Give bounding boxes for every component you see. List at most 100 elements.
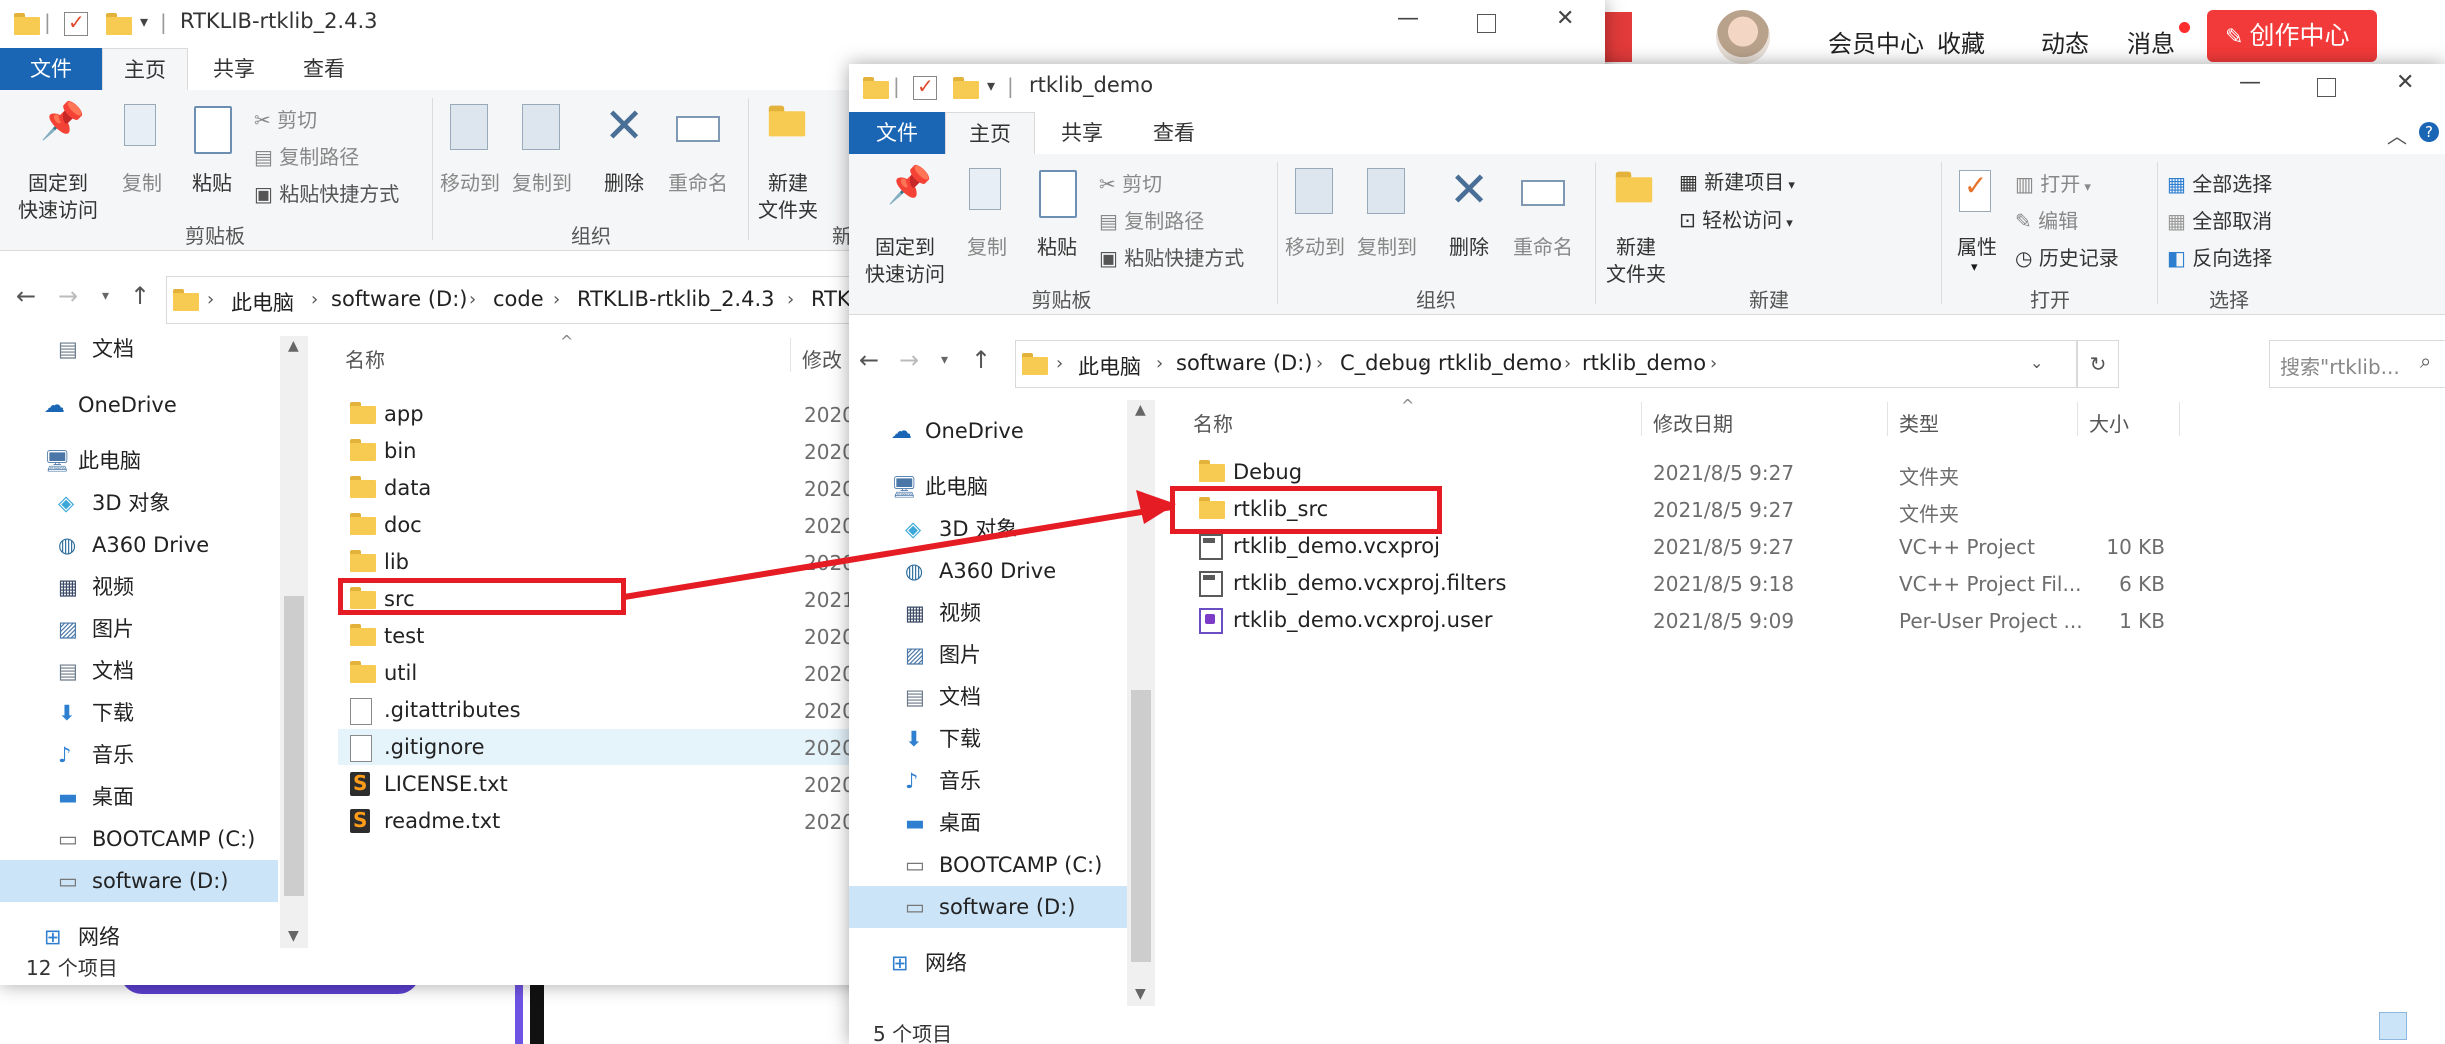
nav-item[interactable]: ▨ 图片 (849, 634, 1127, 676)
nav-item[interactable]: ▭ BOOTCAMP (C:) (849, 844, 1127, 886)
scroll-thumb[interactable] (1131, 690, 1151, 962)
paste-shortcut-button[interactable]: ▣ 粘贴快捷方式 (1099, 242, 1244, 271)
move-to-button[interactable]: 移动到 (1281, 162, 1349, 282)
breadcrumb-item[interactable]: RTKLIB-rtklib_2.4.3 (577, 287, 775, 311)
paste-shortcut-button[interactable]: ▣ 粘贴快捷方式 (254, 178, 399, 207)
copy-button[interactable]: 复制 (110, 98, 174, 208)
tab-home[interactable]: 主页 (102, 48, 188, 91)
scroll-down-arrow[interactable]: ▼ (288, 928, 299, 944)
nav-item[interactable]: ⬇ 下载 (849, 718, 1127, 760)
nav-item[interactable]: ▦ 视频 (0, 566, 278, 608)
breadcrumb-item[interactable]: 此电脑 (231, 287, 294, 317)
paste-button[interactable]: 粘贴 (1025, 162, 1089, 272)
breadcrumb-item[interactable]: C_debug (1340, 351, 1431, 375)
delete-button[interactable]: ✕ 删除 (1437, 162, 1501, 282)
maximize-button[interactable] (2317, 78, 2336, 97)
nav-item[interactable]: 🖥 此电脑 (0, 440, 278, 482)
nav-item[interactable]: ▨ 图片 (0, 608, 278, 650)
scroll-up-arrow[interactable]: ▲ (1135, 402, 1146, 418)
search-icon[interactable]: ⌕ (2420, 349, 2431, 373)
nav-item[interactable]: ▭ software (D:) (0, 860, 278, 902)
move-to-button[interactable]: 移动到 (436, 98, 504, 218)
select-none-button[interactable]: ▦ 全部取消 (2167, 205, 2272, 234)
invert-selection-button[interactable]: ◧ 反向选择 (2167, 242, 2272, 271)
column-header-name[interactable]: 名称 (1193, 408, 1233, 437)
scroll-up-arrow[interactable]: ▲ (288, 338, 299, 354)
close-button[interactable]: ✕ (2396, 70, 2414, 95)
customize-toolbar-icon[interactable]: ▾ (987, 76, 995, 95)
nav-item[interactable]: ▭ software (D:) (849, 886, 1127, 928)
up-button[interactable]: ↑ (130, 282, 150, 310)
breadcrumb-item[interactable]: 此电脑 (1078, 351, 1141, 381)
create-center-button[interactable]: ✎ 创作中心 (2207, 10, 2377, 62)
forward-button[interactable]: → (899, 346, 919, 374)
open-button[interactable]: ▥ 打开 ▾ (2015, 168, 2091, 197)
breadcrumb-item[interactable]: software (D:) (331, 287, 468, 311)
minimize-button[interactable]: — (1397, 6, 1419, 31)
nav-item[interactable]: ☁ OneDrive (849, 410, 1127, 452)
pin-quick-access-button[interactable]: 📌 固定到 快速访问 (857, 162, 953, 292)
recent-locations-button[interactable]: ▾ (102, 288, 109, 304)
copy-button[interactable]: 复制 (955, 162, 1019, 272)
tab-file[interactable]: 文件 (849, 112, 945, 154)
copy-to-button[interactable]: 复制到 (1353, 162, 1421, 282)
breadcrumb-item[interactable]: code (493, 287, 544, 311)
nav-item[interactable]: ◈ 3D 对象 (0, 482, 278, 524)
breadcrumb-item[interactable]: rtklib_demo (1582, 351, 1706, 375)
tab-view[interactable]: 查看 (280, 48, 368, 90)
nav-item[interactable]: ♪ 音乐 (0, 734, 278, 776)
column-header-type[interactable]: 类型 (1899, 408, 1939, 437)
nav-item[interactable]: ◈ 3D 对象 (849, 508, 1127, 550)
column-header-date[interactable]: 修改 (802, 344, 842, 373)
properties-button[interactable]: ✓ 属性 ▾ (1945, 162, 2009, 292)
tab-share[interactable]: 共享 (1037, 112, 1127, 154)
search-box[interactable]: 搜索"rtklib... ⌕ (2269, 340, 2445, 388)
paste-button[interactable]: 粘贴 (180, 98, 244, 208)
minimize-button[interactable]: — (2239, 70, 2261, 95)
nav-item[interactable]: ⊞ 网络 (0, 916, 278, 950)
nav-item[interactable]: ⬇ 下载 (0, 692, 278, 734)
new-folder-button[interactable]: 新建 文件夹 (752, 98, 824, 228)
rename-button[interactable]: 重命名 (660, 98, 736, 218)
delete-button[interactable]: ✕ 删除 (592, 98, 656, 218)
new-item-button[interactable]: ▦ 新建项目 ▾ (1679, 166, 1795, 195)
select-all-button[interactable]: ▦ 全部选择 (2167, 168, 2272, 197)
file-row[interactable]: rtklib_demo.vcxproj.user 2021/8/5 9:09 Per… (1187, 602, 2187, 638)
favorites-link[interactable]: 收藏 (1937, 24, 1985, 59)
avatar[interactable] (1716, 10, 1770, 64)
history-button[interactable]: ◷ 历史记录 (2015, 242, 2119, 271)
large-icons-view-toggle[interactable] (2413, 1012, 2439, 1038)
close-button[interactable]: ✕ (1556, 6, 1574, 31)
details-view-toggle[interactable] (2379, 1012, 2407, 1040)
copy-to-button[interactable]: 复制到 (508, 98, 576, 218)
back-button[interactable]: ← (16, 282, 36, 310)
forward-button[interactable]: → (58, 282, 78, 310)
column-header-date[interactable]: 修改日期 (1653, 408, 1733, 437)
nav-item[interactable]: ◍ A360 Drive (849, 550, 1127, 592)
activity-link[interactable]: 动态 (2041, 24, 2089, 59)
recent-locations-button[interactable]: ▾ (941, 352, 948, 368)
tab-file[interactable]: 文件 (0, 48, 102, 90)
nav-item[interactable]: ◍ A360 Drive (0, 524, 278, 566)
refresh-button[interactable]: ↻ (2077, 340, 2119, 388)
nav-item[interactable]: ♪ 音乐 (849, 760, 1127, 802)
new-folder-quick-icon[interactable] (953, 77, 979, 99)
nav-scrollbar[interactable]: ▲ ▼ (280, 336, 308, 948)
tab-view[interactable]: 查看 (1129, 112, 1219, 154)
nav-item[interactable]: ▬ 桌面 (0, 776, 278, 818)
rename-button[interactable]: 重命名 (1505, 162, 1581, 282)
easy-access-button[interactable]: ⊡ 轻松访问 ▾ (1679, 204, 1793, 233)
new-folder-button[interactable]: 新建 文件夹 (1599, 162, 1673, 292)
messages-link[interactable]: 消息 (2127, 24, 2175, 59)
tab-home[interactable]: 主页 (945, 112, 1035, 155)
cut-button[interactable]: ✂ 剪切 (254, 104, 317, 133)
scroll-down-arrow[interactable]: ▼ (1135, 986, 1146, 1002)
nav-item[interactable]: 🖥 此电脑 (849, 466, 1127, 508)
address-dropdown-icon[interactable]: ⌄ (2030, 353, 2043, 372)
nav-item[interactable]: ▭ BOOTCAMP (C:) (0, 818, 278, 860)
collapse-ribbon-icon[interactable]: ︿ (2387, 120, 2407, 149)
breadcrumb-item[interactable]: rtklib_demo (1438, 351, 1562, 375)
copy-path-button[interactable]: ▤ 复制路径 (1099, 205, 1204, 234)
nav-item[interactable]: ▦ 视频 (849, 592, 1127, 634)
copy-path-button[interactable]: ▤ 复制路径 (254, 141, 359, 170)
